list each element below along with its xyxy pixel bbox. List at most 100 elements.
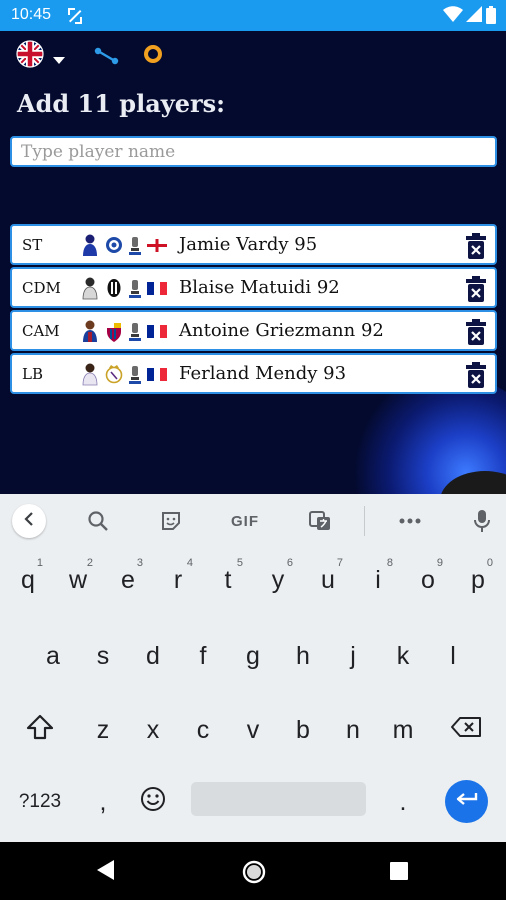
shift-key[interactable] [16,704,64,756]
app-screen: Add 11 players: ST Jamie Vardy 95 CDM [0,31,506,494]
microphone-icon[interactable] [470,508,494,534]
key-i[interactable]: i8 [354,554,402,606]
player-badges [80,318,174,344]
delete-icon[interactable] [466,319,486,345]
enter-key[interactable] [445,780,488,823]
trophy-icon [129,323,141,341]
key-j[interactable]: j [329,630,377,682]
key-label: r [173,565,183,594]
sticker-icon[interactable] [157,508,185,534]
dropdown-arrow-icon [53,50,65,69]
player-name: Ferland Mendy 93 [179,363,347,384]
connect-icon[interactable] [94,46,120,70]
england-flag-icon [147,239,167,252]
status-time: 10:45 [11,6,52,23]
key-r[interactable]: r4 [154,554,202,606]
search-icon[interactable] [84,508,112,534]
key-label: o [421,565,435,594]
player-name: Antoine Griezmann 92 [179,320,384,341]
key-l[interactable]: l [429,630,477,682]
chevron-left-icon [23,511,35,531]
key-s[interactable]: s [79,630,127,682]
key-label: e [121,565,135,594]
recents-icon[interactable] [390,862,408,884]
key-n[interactable]: n [329,704,377,756]
key-label: i [375,565,381,594]
player-row[interactable]: CDM Blaise Matuidi 92 [10,267,497,308]
trophy-icon [129,366,141,384]
toolbar-divider [364,506,365,536]
delete-icon[interactable] [466,233,486,259]
key-h[interactable]: h [279,630,327,682]
key-u[interactable]: u7 [304,554,352,606]
key-p[interactable]: p0 [454,554,502,606]
player-avatar-icon [83,320,97,342]
key-t[interactable]: t5 [204,554,252,606]
key-hint: 3 [136,557,143,569]
delete-icon[interactable] [466,362,486,388]
key-k[interactable]: k [379,630,427,682]
player-name-input[interactable] [10,136,497,167]
key-label: y [271,565,285,594]
key-o[interactable]: o9 [404,554,452,606]
gif-button[interactable]: GIF [226,508,264,534]
enter-arrow-icon [455,791,479,813]
player-name: Jamie Vardy 95 [179,234,318,255]
backspace-key[interactable] [442,704,490,756]
player-badges [80,232,174,258]
back-icon[interactable] [96,859,116,885]
emoji-key[interactable] [129,776,177,828]
key-y[interactable]: y6 [254,554,302,606]
space-bar[interactable] [191,782,366,816]
key-hint: 1 [36,557,43,569]
comma-key[interactable]: , [79,776,127,828]
key-q[interactable]: q1 [4,554,52,606]
key-z[interactable]: z [79,704,127,756]
player-avatar-icon [82,277,98,300]
player-position: CAM [22,322,60,340]
period-key[interactable]: . [379,776,427,828]
key-v[interactable]: v [229,704,277,756]
key-hint: 5 [236,557,243,569]
trophy-icon [129,237,141,255]
juventus-badge-icon [107,279,121,297]
translate-icon[interactable] [306,508,334,534]
navigation-bar [0,842,506,900]
player-row[interactable]: CAM Antoine Griezmann 92 [10,310,497,351]
key-label: w [68,565,88,594]
symbols-key[interactable]: ?123 [10,776,70,828]
language-selector[interactable] [16,39,70,69]
ring-icon[interactable] [142,43,164,69]
key-c[interactable]: c [179,704,227,756]
key-d[interactable]: d [129,630,177,682]
player-position: ST [22,236,43,254]
player-row[interactable]: LB Ferland Mendy 93 [10,353,497,394]
key-hint: 0 [486,557,493,569]
more-icon[interactable] [396,508,424,534]
key-label: q [21,565,35,594]
key-b[interactable]: b [279,704,327,756]
player-badges [80,361,174,387]
key-g[interactable]: g [229,630,277,682]
home-icon[interactable] [242,860,266,888]
key-m[interactable]: m [379,704,427,756]
key-w[interactable]: w2 [54,554,102,606]
player-position: LB [22,365,43,383]
key-x[interactable]: x [129,704,177,756]
player-row[interactable]: ST Jamie Vardy 95 [10,224,497,265]
delete-icon[interactable] [466,276,486,302]
wifi-icon [443,6,463,28]
cell-signal-icon [466,6,482,28]
page-title: Add 11 players: [17,89,225,118]
france-flag-icon [147,282,167,295]
player-badges [80,275,174,301]
status-bar: 10:45 [0,0,506,31]
france-flag-icon [147,368,167,381]
player-name: Blaise Matuidi 92 [179,277,340,298]
keyboard-back-button[interactable] [12,504,46,538]
uk-flag-icon [16,40,44,72]
key-a[interactable]: a [29,630,77,682]
key-hint: 6 [286,557,293,569]
key-f[interactable]: f [179,630,227,682]
key-e[interactable]: e3 [104,554,152,606]
